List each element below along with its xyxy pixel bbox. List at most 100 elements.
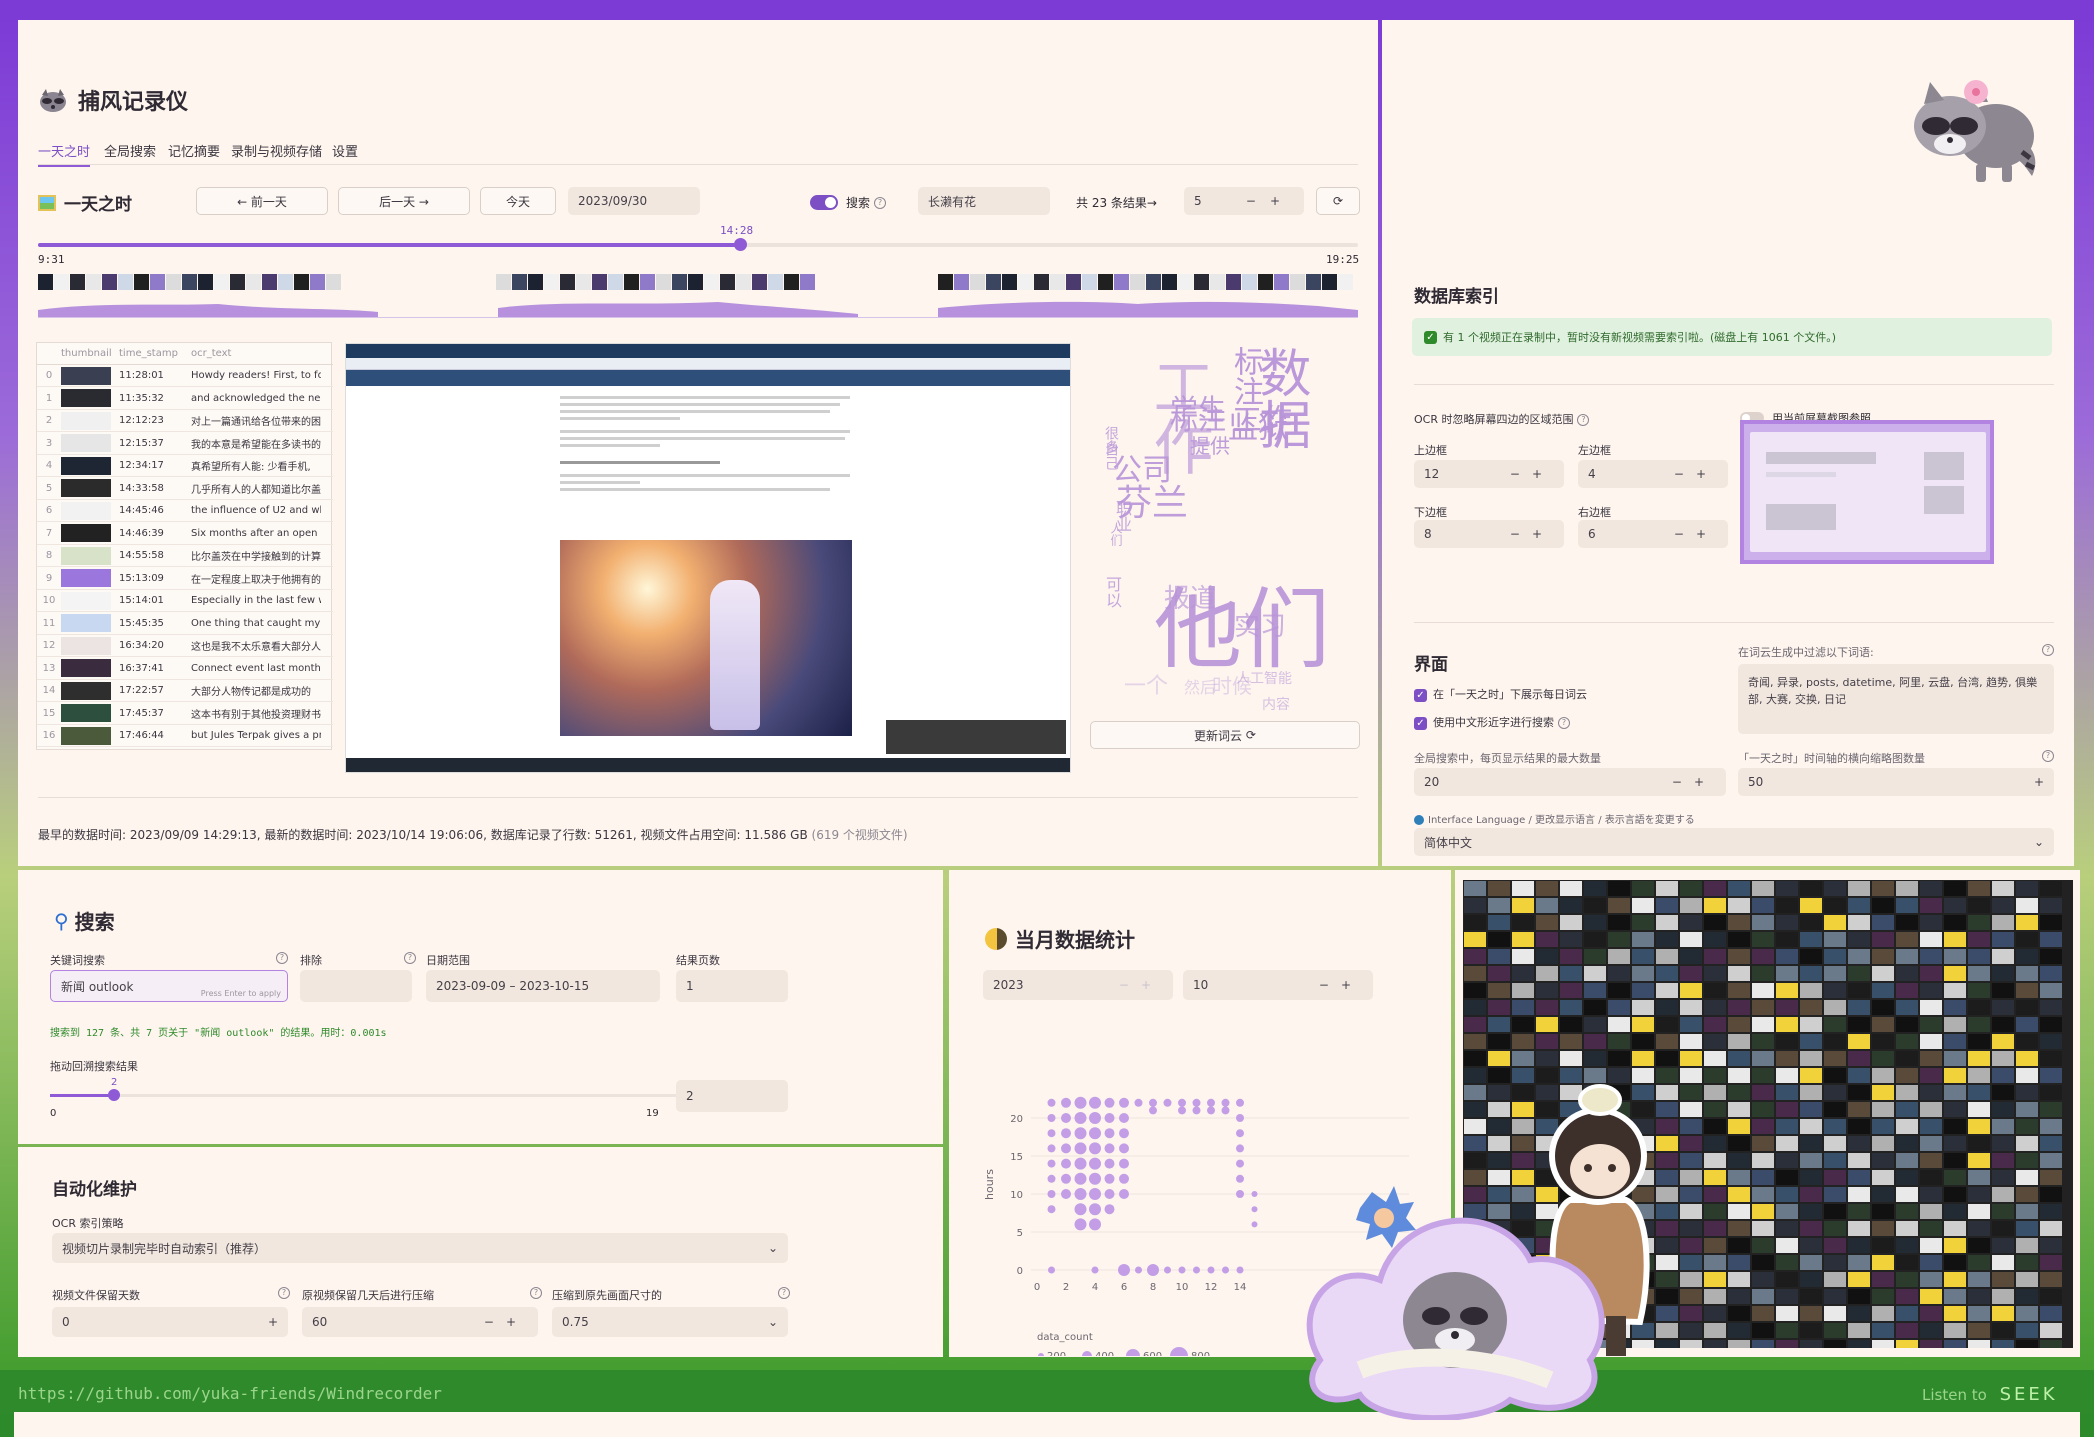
table-row[interactable]: 0 11:28:01 Howdy readers! First, to foll xyxy=(37,365,333,387)
mosaic-thumbnail[interactable] xyxy=(1968,1136,1990,1151)
mosaic-thumbnail[interactable] xyxy=(2016,1085,2038,1100)
mosaic-thumbnail[interactable] xyxy=(1704,1136,1726,1151)
mosaic-thumbnail[interactable] xyxy=(1992,1187,2014,1202)
mosaic-thumbnail[interactable] xyxy=(1920,966,1942,981)
mosaic-thumbnail[interactable] xyxy=(1728,1119,1750,1134)
mosaic-thumbnail[interactable] xyxy=(1752,932,1774,947)
mosaic-thumbnail[interactable] xyxy=(2040,983,2062,998)
mosaic-thumbnail[interactable] xyxy=(1776,1170,1798,1185)
mosaic-thumbnail[interactable] xyxy=(1800,1340,1822,1348)
mosaic-thumbnail[interactable] xyxy=(1896,1068,1918,1083)
mosaic-thumbnail[interactable] xyxy=(2040,1102,2062,1117)
mosaic-thumbnail[interactable] xyxy=(1488,1085,1510,1100)
stepper-buttons[interactable]: −+ xyxy=(484,1315,528,1329)
mosaic-thumbnail[interactable] xyxy=(1824,1170,1846,1185)
result-slider[interactable] xyxy=(50,1089,676,1101)
mosaic-thumbnail[interactable] xyxy=(1776,1221,1798,1236)
mosaic-thumbnail[interactable] xyxy=(1512,1000,1534,1015)
mosaic-thumbnail[interactable] xyxy=(1968,1170,1990,1185)
timeline-thumbnail[interactable] xyxy=(1242,274,1257,290)
mosaic-thumbnail[interactable] xyxy=(2040,1204,2062,1219)
mosaic-thumbnail[interactable] xyxy=(1896,983,1918,998)
mosaic-thumbnail[interactable] xyxy=(1488,1136,1510,1151)
date-input[interactable]: 2023/09/30 xyxy=(568,187,700,215)
mosaic-thumbnail[interactable] xyxy=(2040,1187,2062,1202)
mosaic-thumbnail[interactable] xyxy=(1800,1204,1822,1219)
mosaic-thumbnail[interactable] xyxy=(1608,898,1630,913)
mosaic-thumbnail[interactable] xyxy=(1968,1306,1990,1321)
prev-day-button[interactable]: ← 前一天 xyxy=(196,187,328,215)
mosaic-thumbnail[interactable] xyxy=(1800,1153,1822,1168)
timeline-thumbnail[interactable] xyxy=(278,274,293,290)
max-results-stepper[interactable]: 20 −+ xyxy=(1414,768,1726,796)
mosaic-thumbnail[interactable] xyxy=(2016,1221,2038,1236)
mosaic-thumbnail[interactable] xyxy=(1848,1051,1870,1066)
mosaic-thumbnail[interactable] xyxy=(1680,1034,1702,1049)
timeline-thumbnail[interactable] xyxy=(1306,274,1321,290)
timeline-thumbnail[interactable] xyxy=(1066,274,1081,290)
mosaic-thumbnail[interactable] xyxy=(1848,1153,1870,1168)
mosaic-thumbnail[interactable] xyxy=(1728,932,1750,947)
mosaic-thumbnail[interactable] xyxy=(1728,1017,1750,1032)
mosaic-thumbnail[interactable] xyxy=(1728,1272,1750,1287)
mosaic-thumbnail[interactable] xyxy=(1752,983,1774,998)
mosaic-thumbnail[interactable] xyxy=(1680,1119,1702,1134)
mosaic-thumbnail[interactable] xyxy=(1776,1204,1798,1219)
timeline-thumbnail[interactable] xyxy=(198,274,213,290)
timeline-thumbnail[interactable] xyxy=(150,274,165,290)
mosaic-thumbnail[interactable] xyxy=(1536,932,1558,947)
mosaic-thumbnail[interactable] xyxy=(1992,1102,2014,1117)
mosaic-thumbnail[interactable] xyxy=(1656,1017,1678,1032)
mosaic-thumbnail[interactable] xyxy=(1920,1085,1942,1100)
mosaic-thumbnail[interactable] xyxy=(1584,881,1606,896)
timeline-thumbnail[interactable] xyxy=(528,274,543,290)
mosaic-thumbnail[interactable] xyxy=(1464,1051,1486,1066)
mosaic-thumbnail[interactable] xyxy=(1728,1187,1750,1202)
timeline-thumbnail[interactable] xyxy=(310,274,325,290)
mosaic-thumbnail[interactable] xyxy=(1536,898,1558,913)
mosaic-thumbnail[interactable] xyxy=(1680,1017,1702,1032)
mosaic-thumbnail[interactable] xyxy=(1488,932,1510,947)
timeline-thumbnail[interactable] xyxy=(592,274,607,290)
timeline-thumbnail[interactable] xyxy=(1018,274,1033,290)
mosaic-thumbnail[interactable] xyxy=(1968,1102,1990,1117)
mosaic-thumbnail[interactable] xyxy=(1848,1170,1870,1185)
day-search-input[interactable]: 长濑有花 xyxy=(918,187,1050,215)
mosaic-thumbnail[interactable] xyxy=(2040,1289,2062,1304)
mosaic-thumbnail[interactable] xyxy=(2040,949,2062,964)
mosaic-thumbnail[interactable] xyxy=(1464,932,1486,947)
right-border-stepper[interactable]: 6 −+ xyxy=(1578,520,1728,548)
mosaic-thumbnail[interactable] xyxy=(1704,1204,1726,1219)
mosaic-thumbnail[interactable] xyxy=(1512,915,1534,930)
table-row[interactable]: 14 17:22:57 大部分人物传记都是成功的 xyxy=(37,680,333,702)
mosaic-thumbnail[interactable] xyxy=(1776,1153,1798,1168)
timeline-thumbnail[interactable] xyxy=(1130,274,1145,290)
compress-days-stepper[interactable]: 60 −+ xyxy=(302,1307,538,1337)
mosaic-thumbnail[interactable] xyxy=(1560,1034,1582,1049)
compress-ratio-select[interactable]: 0.75 ⌄ xyxy=(552,1307,788,1337)
mosaic-thumbnail[interactable] xyxy=(1944,1068,1966,1083)
mosaic-thumbnail[interactable] xyxy=(1848,881,1870,896)
mosaic-thumbnail[interactable] xyxy=(1944,881,1966,896)
mosaic-thumbnail[interactable] xyxy=(1824,1255,1846,1270)
slider-number-input[interactable]: 2 xyxy=(676,1080,788,1112)
mosaic-thumbnail[interactable] xyxy=(1944,1119,1966,1134)
mosaic-thumbnail[interactable] xyxy=(1680,1221,1702,1236)
mosaic-thumbnail[interactable] xyxy=(1728,1289,1750,1304)
mosaic-thumbnail[interactable] xyxy=(1896,1153,1918,1168)
mosaic-thumbnail[interactable] xyxy=(1704,898,1726,913)
ocr-strategy-select[interactable]: 视频切片录制完毕时自动索引（推荐） ⌄ xyxy=(52,1233,788,1263)
mosaic-thumbnail[interactable] xyxy=(1896,1323,1918,1338)
mosaic-thumbnail[interactable] xyxy=(1968,1187,1990,1202)
mosaic-thumbnail[interactable] xyxy=(1848,983,1870,998)
mosaic-thumbnail[interactable] xyxy=(1704,1102,1726,1117)
result-index-stepper[interactable]: 5 −+ xyxy=(1184,187,1304,215)
mosaic-thumbnail[interactable] xyxy=(1560,949,1582,964)
mosaic-thumbnail[interactable] xyxy=(1752,1255,1774,1270)
mosaic-thumbnail[interactable] xyxy=(1752,1119,1774,1134)
timeline-thumbnail[interactable] xyxy=(86,274,101,290)
mosaic-thumbnail[interactable] xyxy=(1776,1323,1798,1338)
mosaic-thumbnail[interactable] xyxy=(1896,1306,1918,1321)
table-row[interactable]: 11 15:45:35 One thing that caught my at xyxy=(37,613,333,635)
mosaic-thumbnail[interactable] xyxy=(1488,1153,1510,1168)
